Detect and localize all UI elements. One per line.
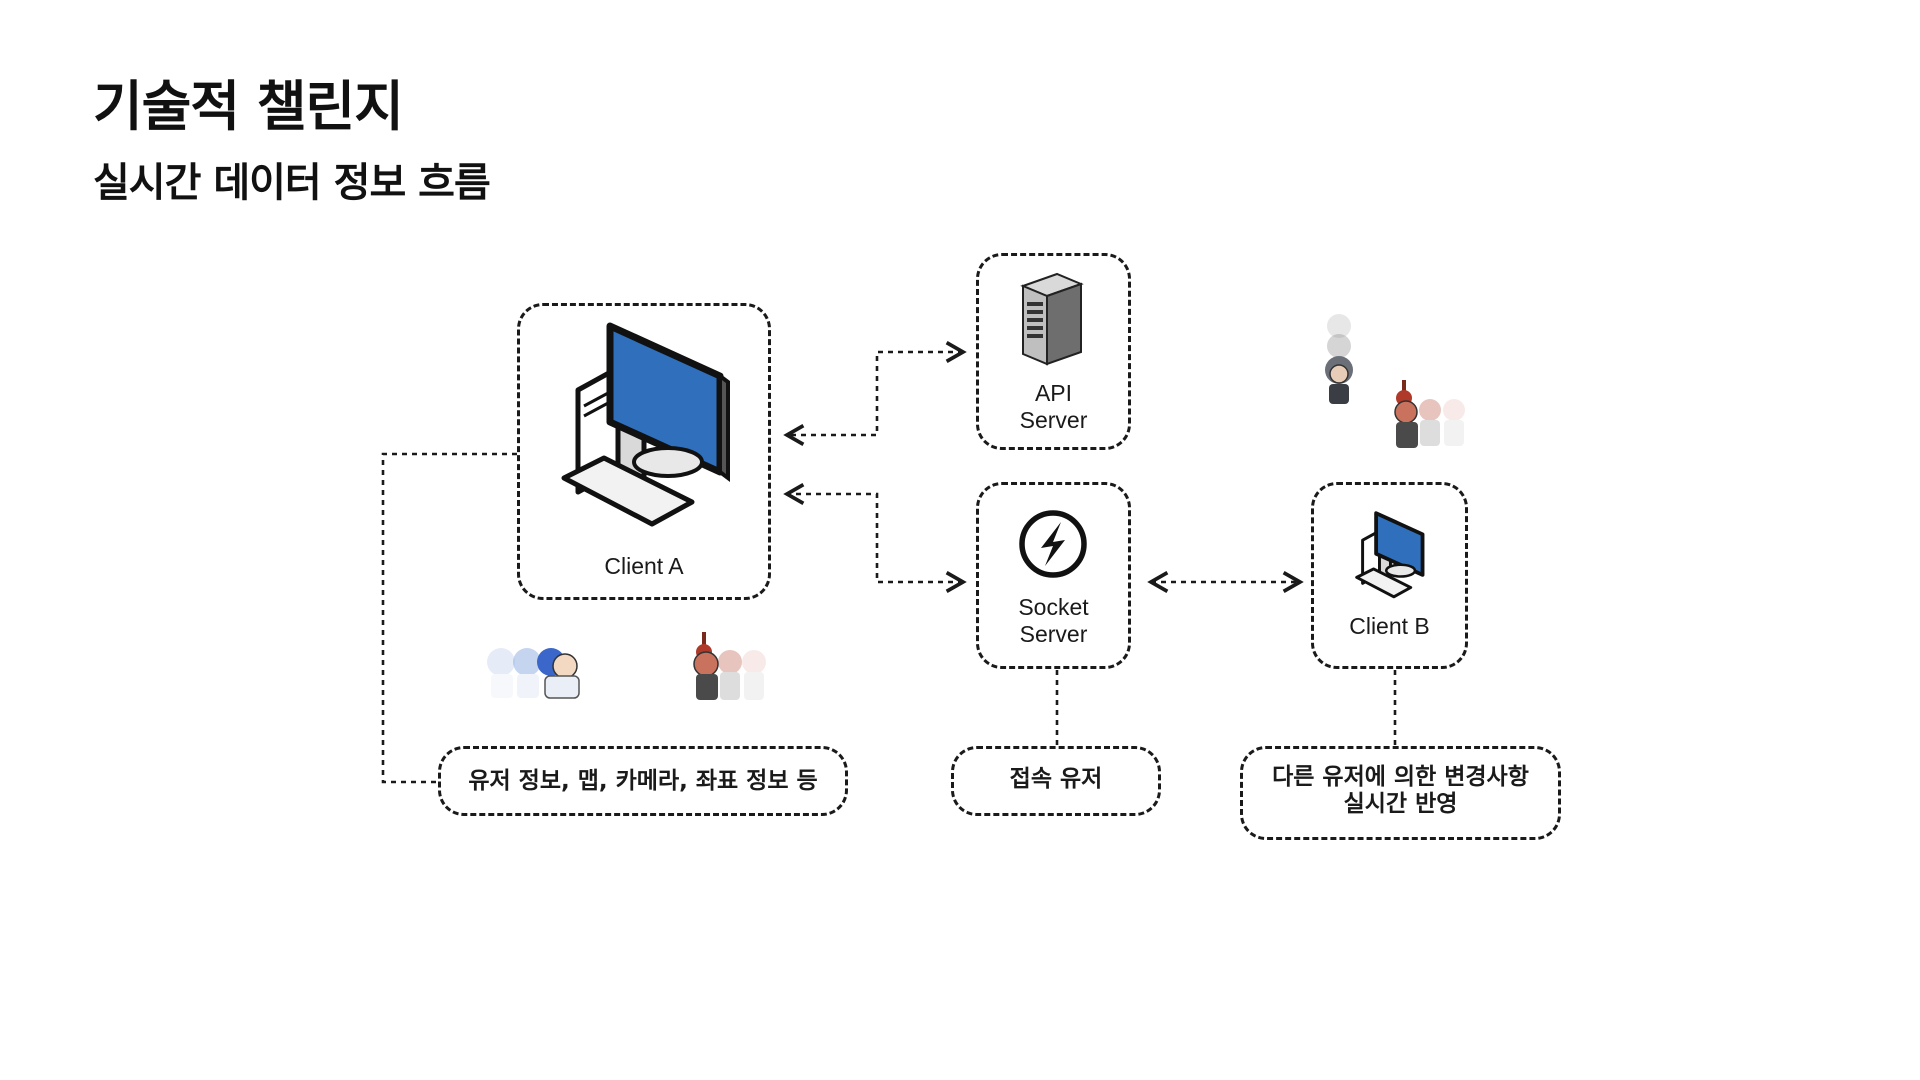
client-a-to-note-connector (381, 452, 517, 784)
character-sprite-icon-group-b1 (1325, 314, 1353, 404)
server-tower-icon (1020, 272, 1084, 366)
api-to-client-a-connector (783, 341, 967, 446)
socket-io-icon (1019, 510, 1087, 578)
character-sprite-icon-group-a1 (487, 648, 580, 699)
socket-server-label-line1: Socket (1018, 594, 1089, 620)
api-server-label: API Server (976, 380, 1131, 434)
client-b-changes-note-text: 다른 유저에 의한 변경사항 실시간 반영 (1240, 764, 1561, 818)
socket-server-label-line2: Server (1019, 621, 1088, 647)
api-server-label-line2: Server (1019, 407, 1088, 433)
client-b-changes-note-line2: 실시간 반영 (1343, 791, 1458, 817)
client-a-label: Client A (604, 553, 684, 579)
socket-server-label: Socket Server (976, 594, 1131, 648)
character-sprite-icon-group-b2 (1394, 380, 1465, 448)
client-b-label: Client B (1349, 613, 1430, 639)
desktop-computer-icon (561, 322, 730, 527)
socket-users-note-text: 접속 유저 (1009, 766, 1103, 792)
client-b-changes-note-line1: 다른 유저에 의한 변경사항 (1272, 764, 1529, 790)
socket-to-client-a-connector (783, 483, 967, 593)
desktop-computer-icon-small (1355, 511, 1425, 599)
connector-layer (381, 341, 1397, 784)
character-sprite-icon-group-a2 (693, 632, 766, 700)
api-server-label-line1: API (1034, 380, 1073, 406)
client-a-data-note-text: 유저 정보, 맵, 카메라, 좌표 정보 등 (468, 768, 818, 794)
